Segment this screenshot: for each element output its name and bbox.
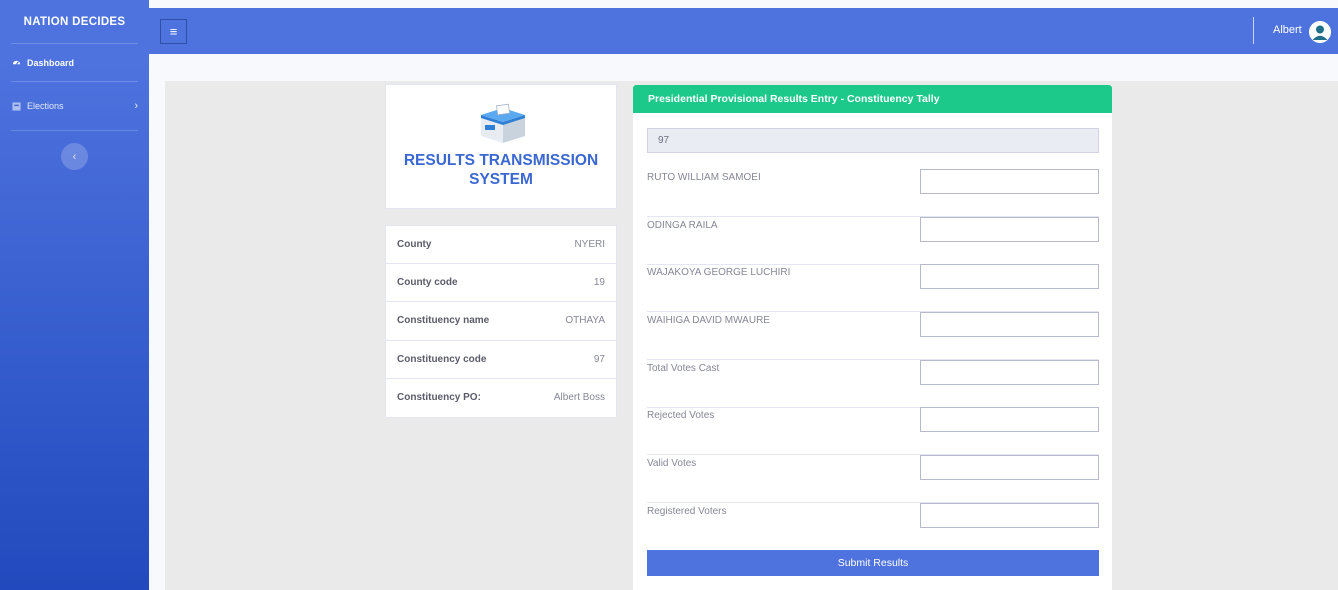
sidebar-item-label: Elections xyxy=(27,101,64,111)
info-label: Constituency name xyxy=(397,315,490,327)
info-row-constituency-name: Constituency name OTHAYA xyxy=(386,302,616,341)
field-label: WAJAKOYA GEORGE LUCHIRI xyxy=(647,267,791,278)
field-row-rejected-votes: Rejected Votes xyxy=(647,407,1099,455)
field-row-total-votes: Total Votes Cast xyxy=(647,360,1099,408)
menu-toggle-button[interactable]: ≡ xyxy=(160,19,187,44)
odinga-votes-input[interactable] xyxy=(920,217,1099,242)
field-row-valid-votes: Valid Votes xyxy=(647,455,1099,503)
logo-card: RESULTS TRANSMISSION SYSTEM xyxy=(385,84,617,209)
constituency-info-card: County NYERI County code 19 Constituency… xyxy=(385,225,617,418)
field-label: WAIHIGA DAVID MWAURE xyxy=(647,315,770,326)
info-row-county-code: County code 19 xyxy=(386,264,616,303)
field-label: Registered Voters xyxy=(647,506,727,517)
field-label: Total Votes Cast xyxy=(647,363,720,374)
info-label: County xyxy=(397,239,432,251)
info-label: Constituency code xyxy=(397,353,487,365)
info-row-constituency-code: Constituency code 97 xyxy=(386,341,616,379)
user-name[interactable]: Albert xyxy=(1273,24,1302,36)
field-label: RUTO WILLIAM SAMOEI xyxy=(647,172,761,183)
waihiga-votes-input[interactable] xyxy=(920,312,1099,337)
valid-votes-input[interactable] xyxy=(920,455,1099,480)
info-value: Albert Boss xyxy=(553,392,605,404)
wajakoya-votes-input[interactable] xyxy=(920,264,1099,289)
results-entry-form: Presidential Provisional Results Entry -… xyxy=(633,85,1112,590)
user-avatar-icon[interactable] xyxy=(1309,21,1331,43)
sidebar-item-label: Dashboard xyxy=(27,57,75,68)
hamburger-icon: ≡ xyxy=(169,24,178,39)
info-row-county: County NYERI xyxy=(386,226,616,265)
info-label: Constituency PO: xyxy=(397,392,481,404)
topbar-divider xyxy=(1253,17,1254,44)
ballot-box-icon xyxy=(477,103,529,145)
form-header: Presidential Provisional Results Entry -… xyxy=(633,85,1112,113)
chevron-left-icon: ‹ xyxy=(72,150,77,163)
ruto-votes-input[interactable] xyxy=(920,169,1099,194)
app-title: RESULTS TRANSMISSION SYSTEM xyxy=(403,152,599,188)
field-row-registered-voters: Registered Voters xyxy=(647,503,1099,551)
sidebar-toggle-button[interactable]: ‹ xyxy=(61,143,88,170)
sidebar: NATION DECIDES Dashboard Elections › ‹ xyxy=(0,0,149,590)
submit-results-button[interactable]: Submit Results xyxy=(647,550,1099,576)
rejected-votes-input[interactable] xyxy=(920,407,1099,432)
info-value: NYERI xyxy=(574,239,605,251)
chevron-right-icon: › xyxy=(134,100,138,112)
field-row-ruto: RUTO WILLIAM SAMOEI xyxy=(647,169,1099,217)
topbar: ≡ Albert xyxy=(149,8,1338,54)
tachometer-icon xyxy=(11,58,21,68)
total-votes-input[interactable] xyxy=(920,360,1099,385)
field-label: Rejected Votes xyxy=(647,410,715,421)
info-row-constituency-po: Constituency PO: Albert Boss xyxy=(386,379,616,417)
field-label: ODINGA RAILA xyxy=(647,220,718,231)
registered-voters-input[interactable] xyxy=(920,503,1099,528)
field-row-wajakoya: WAJAKOYA GEORGE LUCHIRI xyxy=(647,264,1099,312)
box-icon xyxy=(11,101,21,111)
sidebar-item-dashboard[interactable]: Dashboard xyxy=(11,44,138,82)
info-value: 19 xyxy=(593,277,605,289)
constituency-code-field: 97 xyxy=(647,128,1099,153)
field-row-waihiga: WAIHIGA DAVID MWAURE xyxy=(647,312,1099,360)
info-value: 97 xyxy=(593,353,605,365)
brand-name[interactable]: NATION DECIDES xyxy=(11,0,138,44)
field-row-odinga: ODINGA RAILA xyxy=(647,217,1099,265)
info-value: OTHAYA xyxy=(565,315,605,327)
sidebar-item-elections[interactable]: Elections › xyxy=(11,82,138,131)
field-label: Valid Votes xyxy=(647,458,697,469)
info-label: County code xyxy=(397,277,458,289)
